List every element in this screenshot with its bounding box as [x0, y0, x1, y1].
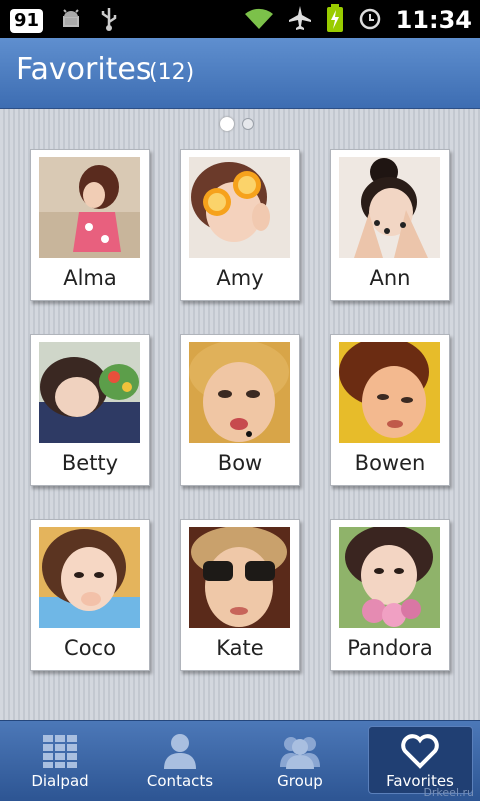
group-icon: [280, 733, 320, 769]
airplane-icon: [288, 5, 312, 35]
contact-photo: [189, 527, 290, 628]
contact-name: Betty: [61, 451, 119, 475]
android-debug-icon: [59, 7, 83, 35]
contact-photo: [39, 157, 140, 258]
contact-photo: [39, 342, 140, 443]
favorite-card[interactable]: Bowen: [330, 334, 450, 486]
favorite-card[interactable]: Pandora: [330, 519, 450, 671]
battery-charging-icon: [326, 4, 344, 36]
contact-name: Pandora: [347, 636, 433, 660]
title-bar: Favorites (12): [0, 38, 480, 109]
favorite-card[interactable]: Ann: [330, 149, 450, 301]
contact-name: Amy: [216, 266, 264, 290]
contact-name: Bowen: [354, 451, 426, 475]
tab-label: Dialpad: [31, 772, 89, 790]
contact-photo: [39, 527, 140, 628]
favorite-card[interactable]: Coco: [30, 519, 150, 671]
bottom-tab-bar: Dialpad Contacts Group Favorites Drkeel.…: [0, 720, 480, 801]
tab-contacts[interactable]: Contacts: [120, 721, 240, 801]
contact-photo: [339, 157, 440, 258]
clock-time: 11:34: [395, 6, 472, 34]
status-bar: 91 11:34: [0, 0, 480, 38]
wifi-icon: [244, 5, 274, 35]
contact-name: Alma: [63, 266, 117, 290]
contact-name: Coco: [64, 636, 116, 660]
alarm-icon: [358, 5, 382, 35]
favorite-card[interactable]: Bow: [180, 334, 300, 486]
contact-photo: [189, 342, 290, 443]
tab-label: Contacts: [146, 772, 214, 790]
favorites-grid[interactable]: Alma Amy Ann Betty Bow Bowen Coco Kate P…: [0, 109, 480, 720]
contact-name: Ann: [369, 266, 411, 290]
usb-icon: [99, 6, 119, 36]
tab-group[interactable]: Group: [240, 721, 360, 801]
notification-count-badge: 91: [10, 9, 44, 33]
page-dot-2[interactable]: [242, 118, 254, 130]
favorite-card[interactable]: Kate: [180, 519, 300, 671]
page-title: Favorites: [16, 52, 152, 87]
tab-label: Group: [277, 772, 323, 790]
favorites-count: (12): [149, 60, 195, 85]
contact-name: Kate: [216, 636, 264, 660]
favorite-card[interactable]: Amy: [180, 149, 300, 301]
favorite-card[interactable]: Betty: [30, 334, 150, 486]
tab-dialpad[interactable]: Dialpad: [0, 721, 120, 801]
watermark: Drkeel.ru: [423, 786, 474, 799]
page-dot-1[interactable]: [220, 117, 234, 131]
page-indicator: [220, 117, 254, 131]
contact-photo: [339, 342, 440, 443]
dialpad-icon: [40, 733, 80, 769]
contact-name: Bow: [217, 451, 263, 475]
contact-photo: [339, 527, 440, 628]
contact-photo: [189, 157, 290, 258]
favorite-card[interactable]: Alma: [30, 149, 150, 301]
heart-icon: [400, 733, 440, 769]
contact-icon: [160, 733, 200, 769]
